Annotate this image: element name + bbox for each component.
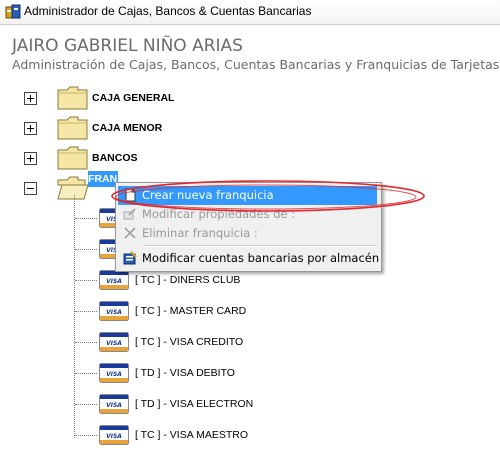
svg-text:VISA: VISA bbox=[106, 278, 122, 285]
expand-caja-general-button[interactable] bbox=[24, 92, 37, 105]
tree-child-label: [ TC ] - DINERS CLUB bbox=[135, 274, 241, 286]
tree-child-label: [ TD ] - VISA ELECTRON bbox=[135, 398, 254, 410]
visa-card-icon: VISA bbox=[99, 363, 129, 383]
tree-connector bbox=[75, 311, 97, 312]
delete-x-icon bbox=[124, 227, 136, 239]
user-name: JAIRO GABRIEL NIÑO ARIAS bbox=[12, 36, 243, 56]
tree-child-label: [ TD ] - VISA DEBITO bbox=[135, 367, 235, 379]
menu-item-crear-franquicia[interactable]: Crear nueva franquicia bbox=[118, 186, 377, 205]
tree-connector bbox=[75, 249, 97, 250]
tree-node-caja-menor[interactable]: CAJA MENOR bbox=[92, 122, 162, 134]
tree-connector bbox=[74, 195, 75, 438]
tree-node-label: FRAN bbox=[88, 173, 118, 185]
expand-bancos-button[interactable] bbox=[24, 152, 37, 165]
svg-text:VISA: VISA bbox=[106, 309, 122, 316]
svg-text:VISA: VISA bbox=[106, 340, 122, 347]
window-title: Administrador de Cajas, Bancos & Cuentas… bbox=[24, 4, 312, 18]
context-menu: Crear nueva franquicia Modificar propied… bbox=[115, 182, 382, 272]
folder-icon bbox=[57, 86, 88, 110]
tree-connector bbox=[75, 373, 97, 374]
visa-card-icon: VISA bbox=[99, 425, 129, 445]
tree-connector bbox=[75, 435, 97, 436]
visa-card-icon: VISA bbox=[99, 301, 129, 321]
visa-card-icon: VISA bbox=[99, 332, 129, 352]
svg-text:VISA: VISA bbox=[106, 433, 122, 440]
visa-card-icon: VISA bbox=[99, 394, 129, 414]
bank-accounts-icon bbox=[123, 251, 137, 265]
folder-icon bbox=[57, 146, 88, 170]
tree-connector bbox=[75, 218, 97, 219]
app-icon bbox=[5, 4, 21, 19]
page-subtitle: Administración de Cajas, Bancos, Cuentas… bbox=[12, 57, 500, 72]
menu-item-eliminar-franquicia[interactable]: Eliminar franquicia : bbox=[118, 224, 377, 243]
menu-item-modificar-cuentas[interactable]: Modificar cuentas bancarias por almacén bbox=[118, 249, 379, 268]
expand-caja-menor-button[interactable] bbox=[24, 122, 37, 135]
tree-child-label: [ TC ] - MASTER CARD bbox=[135, 305, 247, 317]
folder-icon bbox=[57, 116, 88, 140]
open-folder-icon bbox=[57, 176, 88, 200]
edit-properties-icon bbox=[123, 208, 136, 220]
svg-text:VISA: VISA bbox=[106, 371, 122, 378]
tree-node-franquicias[interactable]: FRAN bbox=[88, 171, 118, 187]
menu-item-modificar-propiedades[interactable]: Modificar propiedades de : bbox=[118, 205, 377, 224]
menu-separator bbox=[144, 245, 376, 247]
visa-card-icon: VISA bbox=[99, 270, 129, 290]
collapse-franquicias-button[interactable] bbox=[24, 182, 37, 195]
title-bar: Administrador de Cajas, Bancos & Cuentas… bbox=[0, 0, 500, 25]
tree-child-label: [ TC ] - VISA CREDITO bbox=[135, 336, 244, 348]
new-document-icon bbox=[125, 188, 136, 202]
svg-text:VISA: VISA bbox=[106, 402, 122, 409]
tree-node-caja-general[interactable]: CAJA GENERAL bbox=[92, 92, 174, 104]
tree-connector bbox=[75, 342, 97, 343]
tree-connector bbox=[75, 280, 97, 281]
tree-connector bbox=[75, 404, 97, 405]
tree-child-label: [ TC ] - VISA MAESTRO bbox=[135, 429, 248, 441]
tree-node-bancos[interactable]: BANCOS bbox=[92, 152, 138, 164]
